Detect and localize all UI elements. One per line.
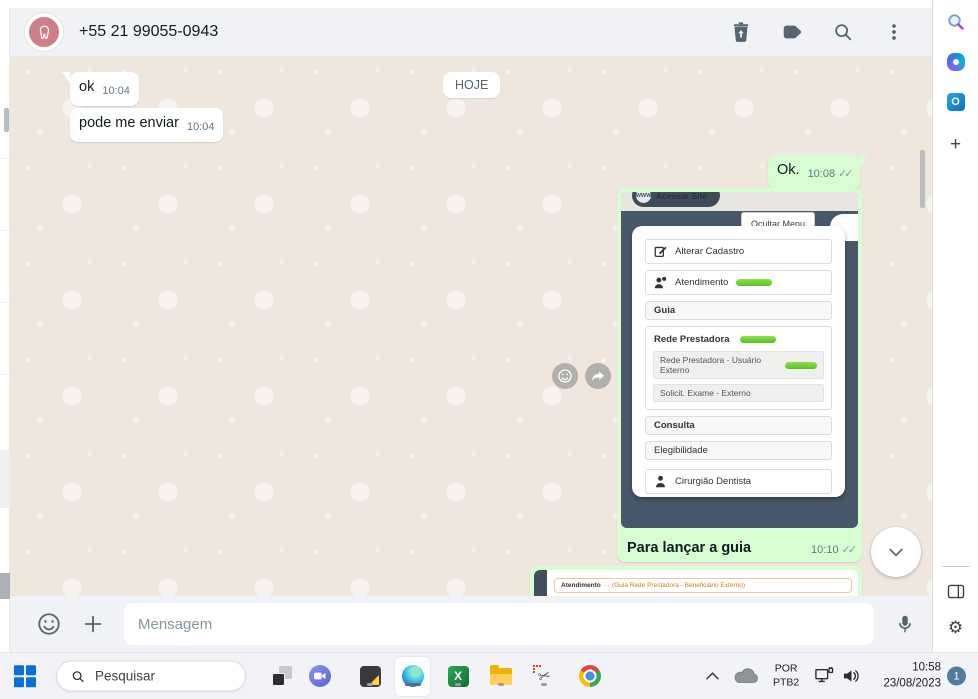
outlook-icon[interactable]: O — [946, 93, 965, 111]
green-status-pill — [736, 279, 773, 286]
teams-chat-button[interactable] — [308, 664, 332, 688]
sidebar-settings-gear-icon[interactable]: ⚙ — [948, 618, 963, 638]
microsoft-365-icon[interactable] — [946, 53, 965, 71]
contact-phone-number[interactable]: +55 21 99055-0943 — [79, 23, 729, 41]
menu-group-rede-prestadora: Rede Prestadora Rede Prestadora - Usuári… — [645, 326, 832, 410]
attach-plus-icon[interactable] — [82, 613, 104, 635]
incoming-message[interactable]: ok 10:04 — [62, 72, 139, 106]
message-text: Ok. — [777, 162, 800, 178]
tray-chevron-up-icon[interactable] — [706, 672, 719, 680]
attached-screenshot[interactable]: WWW Acessar Site Ocultar Menu Alterar Ca… — [621, 192, 858, 528]
tray-date: 23/08/2023 — [883, 677, 941, 689]
edge-sidebar: O + ⚙ — [932, 0, 978, 652]
outgoing-image-message-partial[interactable]: Atendimento → (Guia Rede Prestadora - Be… — [530, 566, 862, 596]
search-icon — [72, 670, 84, 682]
message-time: 10:08 ✓✓ — [807, 168, 854, 180]
screenshot-menu-panel: Alterar Cadastro Atendimento Guia Rede P… — [632, 226, 845, 497]
outgoing-image-message[interactable]: WWW Acessar Site Ocultar Menu Alterar Ca… — [617, 188, 862, 562]
chrome-button[interactable] — [578, 664, 602, 688]
chatlist-scrollbar-bottom[interactable] — [0, 573, 10, 599]
menu-item-rede-usuario-externo: Rede Prestadora - Usuário Externo — [653, 351, 824, 379]
divider — [0, 158, 10, 159]
delete-chat-icon[interactable] — [729, 20, 753, 44]
snipping-tool-button[interactable]: ✂ — [532, 664, 556, 688]
excel-button[interactable]: X — [446, 664, 470, 688]
sidebar-divider — [942, 566, 970, 567]
menu-item-cirurgiao-dentista: Cirurgião Dentista — [645, 469, 832, 494]
message-text: pode me enviar — [79, 115, 179, 131]
dentist-icon — [656, 475, 665, 488]
language-indicator[interactable]: POR PTB2 — [773, 662, 799, 689]
edge-browser-button[interactable] — [401, 664, 425, 688]
search-placeholder: Pesquisar — [95, 668, 156, 684]
label-icon[interactable] — [780, 20, 804, 44]
chatlist-scrollbar-thumb[interactable] — [4, 108, 9, 132]
message-time: 10:04 — [102, 85, 130, 97]
notification-badge[interactable]: 1 — [947, 666, 966, 686]
clock[interactable]: 10:58 23/08/2023 — [865, 660, 941, 691]
window-top-strip — [0, 0, 932, 8]
screenshot-top-strip: WWW Acessar Site — [621, 192, 858, 211]
green-status-pill — [739, 336, 776, 343]
forward-message-button[interactable] — [585, 363, 611, 389]
onedrive-cloud-icon[interactable] — [733, 668, 759, 685]
edit-icon — [654, 246, 667, 258]
incoming-message[interactable]: pode me enviar 10:04 — [70, 108, 224, 142]
green-status-pill — [785, 361, 817, 369]
chatlist-edge-panel — [0, 8, 10, 652]
image-caption: Para lançar a guia — [627, 540, 752, 556]
windows-taskbar: Pesquisar X ✂ PORPTB2 10:58 23/08/2023 — [0, 652, 978, 699]
access-site-button: WWW Acessar Site — [632, 192, 720, 207]
attached-screenshot: Atendimento → (Guia Rede Prestadora - Be… — [534, 570, 858, 596]
volume-icon[interactable] — [842, 668, 861, 685]
tooth-logo-icon — [29, 17, 59, 47]
menu-kebab-icon[interactable] — [882, 20, 906, 44]
menu-item-alterar-cadastro: Alterar Cadastro — [645, 239, 832, 264]
message-text: ok — [79, 79, 95, 95]
taskbar-search[interactable]: Pesquisar — [56, 660, 246, 692]
network-icon[interactable] — [814, 667, 834, 685]
delivered-ticks-icon: ✓✓ — [841, 544, 858, 556]
task-view-button[interactable] — [270, 664, 294, 688]
chatlist-selected-row-edge — [0, 450, 10, 508]
message-input[interactable] — [124, 603, 874, 645]
notes-app-button[interactable] — [358, 664, 382, 688]
microphone-icon[interactable] — [894, 613, 916, 635]
sidebar-panel-icon[interactable] — [947, 584, 964, 599]
divider — [0, 302, 10, 303]
menu-item-guia: Guia — [645, 301, 832, 320]
message-time: 10:10 ✓✓ — [811, 544, 858, 556]
menu-item-consulta: Consulta — [645, 416, 832, 435]
menu-item-elegibilidade: Elegibilidade — [645, 441, 832, 460]
message-time: 10:04 — [186, 121, 215, 133]
divider — [0, 374, 10, 375]
globe-icon: WWW — [636, 192, 651, 203]
search-icon[interactable] — [831, 20, 855, 44]
tray-time: 10:58 — [912, 661, 941, 674]
menu-item-atendimento: Atendimento — [645, 270, 832, 295]
react-emoji-button[interactable] — [552, 363, 578, 389]
emoji-picker-icon[interactable] — [36, 611, 62, 637]
screenshot-breadcrumb: Atendimento → (Guia Rede Prestadora - Be… — [554, 578, 852, 593]
message-composer — [10, 596, 932, 652]
divider — [0, 230, 10, 231]
date-chip: HOJE — [443, 72, 501, 98]
add-sidebar-item-icon[interactable]: + — [950, 134, 961, 156]
chat-header: +55 21 99055-0943 — [10, 8, 932, 56]
scroll-to-bottom-button[interactable] — [871, 527, 921, 577]
bing-search-icon[interactable] — [946, 12, 966, 32]
person-icon — [654, 276, 667, 289]
screenshot-menu-edge — [534, 570, 547, 596]
chat-scrollbar-thumb[interactable] — [920, 150, 925, 208]
menu-item-solicit-exame: Solicit. Exame - Externo — [653, 384, 824, 402]
chat-messages-area: HOJE ok 10:04 pode me enviar 10:04 Ok. 10:0… — [10, 56, 932, 596]
file-explorer-button[interactable] — [489, 664, 513, 688]
delivered-ticks-icon: ✓✓ — [838, 168, 854, 180]
contact-avatar[interactable] — [24, 12, 64, 52]
start-button[interactable] — [14, 665, 36, 687]
outgoing-message[interactable]: Ok. 10:08 ✓✓ — [768, 155, 868, 189]
whatsapp-window: +55 21 99055-0943 HOJE ok 10:04 pode me e… — [10, 8, 932, 652]
